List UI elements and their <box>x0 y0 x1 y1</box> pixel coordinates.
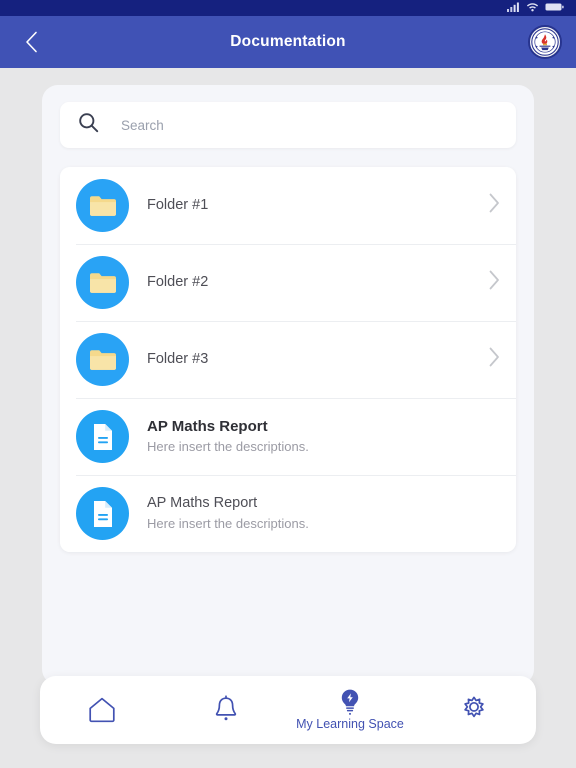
row-body: Folder #2 <box>147 273 479 293</box>
list-item-title: Folder #2 <box>147 273 209 290</box>
bottom-navigation: My Learning Space <box>40 676 536 744</box>
documentation-list: Folder #1 Folder #2 Folder #3 AP Maths R… <box>60 167 516 552</box>
nav-item-label: My Learning Space <box>296 717 404 731</box>
search-icon <box>78 112 99 138</box>
list-item[interactable]: Folder #3 <box>60 321 516 398</box>
row-body: AP Maths Report Here insert the descript… <box>147 417 500 456</box>
chevron-right-icon[interactable] <box>489 193 500 218</box>
nav-item-settings[interactable] <box>412 676 536 744</box>
list-item[interactable]: AP Maths Report Here insert the descript… <box>60 475 516 552</box>
nav-item-notifications[interactable] <box>164 676 288 744</box>
content-panel: Folder #1 Folder #2 <box>42 85 534 685</box>
document-icon <box>93 500 112 527</box>
row-body: Folder #3 <box>147 350 479 370</box>
folder-icon <box>89 349 116 370</box>
row-avatar <box>76 410 129 463</box>
document-icon <box>93 423 112 450</box>
back-button[interactable] <box>14 25 48 59</box>
nav-item-home[interactable] <box>40 676 164 744</box>
signal-bars-icon <box>507 0 520 17</box>
list-item-title: AP Maths Report <box>147 417 268 435</box>
list-item-title: Folder #1 <box>147 196 209 213</box>
lightbulb-icon <box>339 689 361 715</box>
folder-icon <box>89 195 116 216</box>
gear-icon <box>459 694 489 726</box>
list-item-title: AP Maths Report <box>147 495 258 512</box>
chevron-right-icon[interactable] <box>489 347 500 372</box>
battery-icon <box>545 0 564 17</box>
home-icon <box>87 694 117 726</box>
app-logo[interactable] <box>528 25 562 59</box>
row-avatar <box>76 487 129 540</box>
list-item[interactable]: Folder #2 <box>60 244 516 321</box>
row-body: AP Maths Report Here insert the descript… <box>147 494 500 533</box>
row-avatar <box>76 179 129 232</box>
page-title: Documentation <box>230 33 346 50</box>
bell-icon <box>213 694 239 726</box>
row-avatar <box>76 256 129 309</box>
folder-icon <box>89 272 116 293</box>
search-input[interactable] <box>121 117 498 133</box>
status-bar <box>0 0 576 16</box>
chevron-right-icon[interactable] <box>489 270 500 295</box>
list-item[interactable]: Folder #1 <box>60 167 516 244</box>
nav-item-my-learning-space[interactable]: My Learning Space <box>288 676 412 744</box>
row-avatar <box>76 333 129 386</box>
row-body: Folder #1 <box>147 196 479 216</box>
list-item-subtitle: Here insert the descriptions. <box>147 439 309 455</box>
list-item-subtitle: Here insert the descriptions. <box>147 515 309 531</box>
list-item[interactable]: AP Maths Report Here insert the descript… <box>60 398 516 475</box>
search-bar[interactable] <box>60 102 516 148</box>
crest-icon <box>531 28 559 56</box>
app-bar: Documentation <box>0 16 576 68</box>
list-item-title: Folder #3 <box>147 350 209 367</box>
wifi-icon <box>526 0 539 17</box>
chevron-left-icon <box>25 31 37 53</box>
